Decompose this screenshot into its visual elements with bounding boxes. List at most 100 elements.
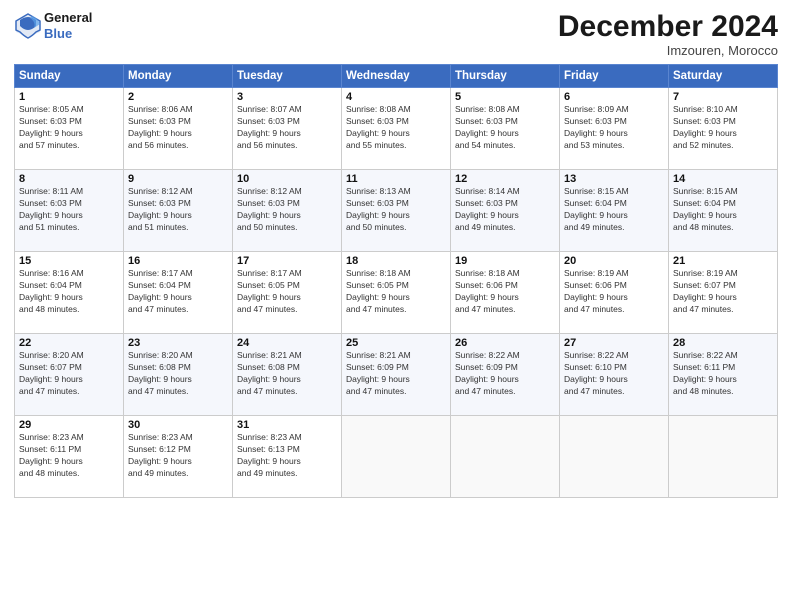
week-row-1: 1Sunrise: 8:05 AM Sunset: 6:03 PM Daylig… [15,88,778,170]
day-number: 11 [346,173,446,185]
week-row-5: 29Sunrise: 8:23 AM Sunset: 6:11 PM Dayli… [15,416,778,498]
day-number: 23 [128,337,228,349]
day-cell: 4Sunrise: 8:08 AM Sunset: 6:03 PM Daylig… [342,88,451,170]
day-info: Sunrise: 8:19 AM Sunset: 6:06 PM Dayligh… [564,268,664,316]
day-info: Sunrise: 8:15 AM Sunset: 6:04 PM Dayligh… [673,186,773,234]
day-info: Sunrise: 8:18 AM Sunset: 6:06 PM Dayligh… [455,268,555,316]
day-number: 5 [455,91,555,103]
day-number: 20 [564,255,664,267]
day-info: Sunrise: 8:18 AM Sunset: 6:05 PM Dayligh… [346,268,446,316]
day-number: 2 [128,91,228,103]
day-number: 29 [19,419,119,431]
day-info: Sunrise: 8:15 AM Sunset: 6:04 PM Dayligh… [564,186,664,234]
day-number: 1 [19,91,119,103]
day-info: Sunrise: 8:09 AM Sunset: 6:03 PM Dayligh… [564,104,664,152]
weekday-friday: Friday [560,65,669,88]
day-info: Sunrise: 8:21 AM Sunset: 6:08 PM Dayligh… [237,350,337,398]
day-info: Sunrise: 8:19 AM Sunset: 6:07 PM Dayligh… [673,268,773,316]
day-info: Sunrise: 8:10 AM Sunset: 6:03 PM Dayligh… [673,104,773,152]
day-number: 24 [237,337,337,349]
day-number: 16 [128,255,228,267]
day-info: Sunrise: 8:22 AM Sunset: 6:11 PM Dayligh… [673,350,773,398]
day-number: 26 [455,337,555,349]
weekday-tuesday: Tuesday [233,65,342,88]
day-cell: 23Sunrise: 8:20 AM Sunset: 6:08 PM Dayli… [124,334,233,416]
day-number: 15 [19,255,119,267]
day-cell [451,416,560,498]
day-cell [342,416,451,498]
day-number: 19 [455,255,555,267]
day-cell: 20Sunrise: 8:19 AM Sunset: 6:06 PM Dayli… [560,252,669,334]
day-info: Sunrise: 8:12 AM Sunset: 6:03 PM Dayligh… [128,186,228,234]
day-info: Sunrise: 8:23 AM Sunset: 6:12 PM Dayligh… [128,432,228,480]
day-number: 13 [564,173,664,185]
weekday-saturday: Saturday [669,65,778,88]
day-cell: 2Sunrise: 8:06 AM Sunset: 6:03 PM Daylig… [124,88,233,170]
day-cell: 21Sunrise: 8:19 AM Sunset: 6:07 PM Dayli… [669,252,778,334]
day-info: Sunrise: 8:12 AM Sunset: 6:03 PM Dayligh… [237,186,337,234]
day-info: Sunrise: 8:23 AM Sunset: 6:11 PM Dayligh… [19,432,119,480]
day-number: 12 [455,173,555,185]
header: General Blue December 2024 Imzouren, Mor… [14,10,778,58]
day-number: 18 [346,255,446,267]
day-number: 6 [564,91,664,103]
day-number: 9 [128,173,228,185]
weekday-sunday: Sunday [15,65,124,88]
day-number: 27 [564,337,664,349]
day-cell: 12Sunrise: 8:14 AM Sunset: 6:03 PM Dayli… [451,170,560,252]
weekday-monday: Monday [124,65,233,88]
day-cell: 29Sunrise: 8:23 AM Sunset: 6:11 PM Dayli… [15,416,124,498]
day-cell: 6Sunrise: 8:09 AM Sunset: 6:03 PM Daylig… [560,88,669,170]
day-info: Sunrise: 8:23 AM Sunset: 6:13 PM Dayligh… [237,432,337,480]
day-info: Sunrise: 8:06 AM Sunset: 6:03 PM Dayligh… [128,104,228,152]
day-cell: 18Sunrise: 8:18 AM Sunset: 6:05 PM Dayli… [342,252,451,334]
day-info: Sunrise: 8:11 AM Sunset: 6:03 PM Dayligh… [19,186,119,234]
day-cell [560,416,669,498]
day-number: 25 [346,337,446,349]
day-info: Sunrise: 8:17 AM Sunset: 6:05 PM Dayligh… [237,268,337,316]
day-number: 4 [346,91,446,103]
day-number: 7 [673,91,773,103]
day-info: Sunrise: 8:17 AM Sunset: 6:04 PM Dayligh… [128,268,228,316]
day-info: Sunrise: 8:14 AM Sunset: 6:03 PM Dayligh… [455,186,555,234]
day-cell: 3Sunrise: 8:07 AM Sunset: 6:03 PM Daylig… [233,88,342,170]
day-info: Sunrise: 8:22 AM Sunset: 6:10 PM Dayligh… [564,350,664,398]
weekday-header-row: SundayMondayTuesdayWednesdayThursdayFrid… [15,65,778,88]
calendar: SundayMondayTuesdayWednesdayThursdayFrid… [14,64,778,498]
week-row-3: 15Sunrise: 8:16 AM Sunset: 6:04 PM Dayli… [15,252,778,334]
day-info: Sunrise: 8:20 AM Sunset: 6:08 PM Dayligh… [128,350,228,398]
day-cell: 30Sunrise: 8:23 AM Sunset: 6:12 PM Dayli… [124,416,233,498]
logo-icon [14,12,42,40]
day-number: 10 [237,173,337,185]
logo: General Blue [14,10,92,41]
location: Imzouren, Morocco [558,43,778,58]
logo-text: General Blue [44,10,92,41]
day-info: Sunrise: 8:13 AM Sunset: 6:03 PM Dayligh… [346,186,446,234]
day-cell: 31Sunrise: 8:23 AM Sunset: 6:13 PM Dayli… [233,416,342,498]
day-number: 21 [673,255,773,267]
day-info: Sunrise: 8:16 AM Sunset: 6:04 PM Dayligh… [19,268,119,316]
day-cell: 25Sunrise: 8:21 AM Sunset: 6:09 PM Dayli… [342,334,451,416]
day-number: 31 [237,419,337,431]
day-cell: 9Sunrise: 8:12 AM Sunset: 6:03 PM Daylig… [124,170,233,252]
day-info: Sunrise: 8:05 AM Sunset: 6:03 PM Dayligh… [19,104,119,152]
day-cell [669,416,778,498]
day-number: 30 [128,419,228,431]
day-info: Sunrise: 8:07 AM Sunset: 6:03 PM Dayligh… [237,104,337,152]
weekday-thursday: Thursday [451,65,560,88]
day-cell: 19Sunrise: 8:18 AM Sunset: 6:06 PM Dayli… [451,252,560,334]
day-cell: 22Sunrise: 8:20 AM Sunset: 6:07 PM Dayli… [15,334,124,416]
week-row-2: 8Sunrise: 8:11 AM Sunset: 6:03 PM Daylig… [15,170,778,252]
day-info: Sunrise: 8:08 AM Sunset: 6:03 PM Dayligh… [346,104,446,152]
page: General Blue December 2024 Imzouren, Mor… [0,0,792,612]
day-cell: 10Sunrise: 8:12 AM Sunset: 6:03 PM Dayli… [233,170,342,252]
day-number: 3 [237,91,337,103]
day-info: Sunrise: 8:21 AM Sunset: 6:09 PM Dayligh… [346,350,446,398]
day-cell: 7Sunrise: 8:10 AM Sunset: 6:03 PM Daylig… [669,88,778,170]
day-number: 22 [19,337,119,349]
day-cell: 16Sunrise: 8:17 AM Sunset: 6:04 PM Dayli… [124,252,233,334]
day-number: 8 [19,173,119,185]
day-cell: 24Sunrise: 8:21 AM Sunset: 6:08 PM Dayli… [233,334,342,416]
day-number: 28 [673,337,773,349]
day-info: Sunrise: 8:20 AM Sunset: 6:07 PM Dayligh… [19,350,119,398]
